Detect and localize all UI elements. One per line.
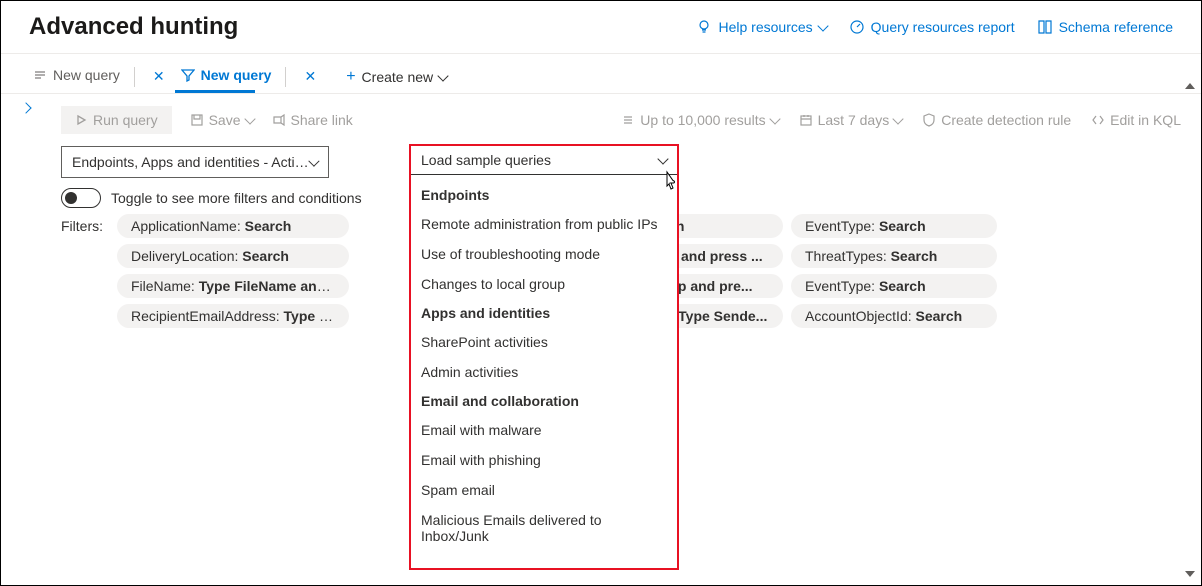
schema-reference-link[interactable]: Schema reference xyxy=(1037,19,1173,35)
dropdown-item-local-group[interactable]: Changes to local group xyxy=(411,269,677,299)
dropdown-item-sharepoint[interactable]: SharePoint activities xyxy=(411,327,677,357)
time-label: Last 7 days xyxy=(818,112,890,128)
filter-deliverylocation[interactable]: DeliveryLocation: Search xyxy=(117,244,349,268)
filter-applicationname[interactable]: ApplicationName: Search xyxy=(117,214,349,238)
dropdown-item-admin[interactable]: Admin activities xyxy=(411,357,677,387)
results-limit-dropdown[interactable]: Up to 10,000 results xyxy=(621,112,778,128)
help-resources-label: Help resources xyxy=(718,19,812,35)
tab-new-query-2[interactable]: New query xyxy=(177,61,276,93)
sample-queries-value: Load sample queries xyxy=(421,152,551,168)
dropdown-section-email: Email and collaboration xyxy=(411,387,677,415)
share-label: Share link xyxy=(291,112,353,128)
filters-label: Filters: xyxy=(61,214,107,334)
toggle-label: Toggle to see more filters and condition… xyxy=(111,190,362,206)
vertical-scrollbar[interactable] xyxy=(1182,81,1198,581)
dropdown-item-troubleshooting[interactable]: Use of troubleshooting mode xyxy=(411,239,677,269)
filter-accountobjectid[interactable]: AccountObjectId: Search xyxy=(791,304,997,328)
scroll-up-icon xyxy=(1185,83,1195,89)
tab-divider xyxy=(285,67,286,87)
create-new-button[interactable]: + Create new xyxy=(338,62,455,92)
side-panel-toggle[interactable] xyxy=(1,94,51,574)
plus-icon: + xyxy=(346,68,355,86)
sample-queries-select[interactable]: Load sample queries xyxy=(411,146,677,175)
run-query-label: Run query xyxy=(93,112,158,128)
data-source-select[interactable]: Endpoints, Apps and identities - Activit… xyxy=(61,146,329,178)
tab-label: New query xyxy=(201,67,272,83)
filter-icon xyxy=(181,68,195,82)
page-header: Advanced hunting Help resources Query re… xyxy=(1,1,1201,54)
data-source-value: Endpoints, Apps and identities - Activit… xyxy=(72,154,310,170)
tab-label: New query xyxy=(53,67,120,83)
query-resources-link[interactable]: Query resources report xyxy=(849,19,1015,35)
kql-label: Edit in KQL xyxy=(1110,112,1181,128)
dropdown-item-spam[interactable]: Spam email xyxy=(411,475,677,505)
run-query-button[interactable]: Run query xyxy=(61,106,172,134)
chevron-down-icon xyxy=(893,113,904,124)
chevron-down-icon xyxy=(657,153,668,164)
filter-threattypes[interactable]: ThreatTypes: Search xyxy=(791,244,997,268)
schema-reference-label: Schema reference xyxy=(1059,19,1173,35)
sample-queries-dropdown: Load sample queries Endpoints Remote adm… xyxy=(409,144,679,570)
dropdown-item-phishing[interactable]: Email with phishing xyxy=(411,445,677,475)
dropdown-item-malware[interactable]: Email with malware xyxy=(411,415,677,445)
chevron-down-icon xyxy=(244,113,255,124)
create-new-label: Create new xyxy=(362,69,434,85)
chevron-right-icon xyxy=(20,102,31,113)
dropdown-item-inbox-junk[interactable]: Malicious Emails delivered to Inbox/Junk xyxy=(411,505,677,551)
filter-eventtype[interactable]: EventType: Search xyxy=(791,214,997,238)
shield-icon xyxy=(922,113,936,127)
time-range-dropdown[interactable]: Last 7 days xyxy=(799,112,903,128)
detection-label: Create detection rule xyxy=(941,112,1071,128)
tab-new-query-1[interactable]: New query xyxy=(29,61,124,93)
dropdown-section-endpoints: Endpoints xyxy=(411,181,677,209)
save-button[interactable]: Save xyxy=(190,112,254,128)
dropdown-item-remote-admin[interactable]: Remote administration from public IPs xyxy=(411,209,677,239)
query-icon xyxy=(33,68,47,82)
share-icon xyxy=(272,113,286,127)
lightbulb-icon xyxy=(696,19,712,35)
more-filters-toggle[interactable] xyxy=(61,188,101,208)
create-detection-button[interactable]: Create detection rule xyxy=(922,112,1071,128)
calendar-icon xyxy=(799,113,813,127)
save-label: Save xyxy=(209,112,241,128)
page-title: Advanced hunting xyxy=(29,13,238,41)
toolbar-right: Up to 10,000 results Last 7 days Create … xyxy=(621,112,1181,128)
header-actions: Help resources Query resources report Sc… xyxy=(696,19,1173,35)
filter-filename[interactable]: FileName: Type FileName and pr... xyxy=(117,274,349,298)
toolbar-left: Run query Save Share link xyxy=(61,106,353,134)
list-icon xyxy=(621,113,635,127)
results-label: Up to 10,000 results xyxy=(640,112,765,128)
save-icon xyxy=(190,113,204,127)
query-tabs: New query ✕ New query ✕ + Create new xyxy=(1,54,1201,94)
help-resources-link[interactable]: Help resources xyxy=(696,19,826,35)
chevron-down-icon xyxy=(437,70,448,81)
content-area: Run query Save Share link Up to 10,000 r… xyxy=(1,94,1201,574)
close-tab-1[interactable]: ✕ xyxy=(145,68,173,85)
chevron-down-icon xyxy=(769,113,780,124)
gauge-icon xyxy=(849,19,865,35)
main-panel: Run query Save Share link Up to 10,000 r… xyxy=(51,94,1201,574)
query-toolbar: Run query Save Share link Up to 10,000 r… xyxy=(61,104,1181,146)
edit-kql-button[interactable]: Edit in KQL xyxy=(1091,112,1181,128)
filter-eventtype-2[interactable]: EventType: Search xyxy=(791,274,997,298)
share-link-button[interactable]: Share link xyxy=(272,112,353,128)
tab-divider xyxy=(134,67,135,87)
filter-recipientemail[interactable]: RecipientEmailAddress: Type Rec... xyxy=(117,304,349,328)
chevron-down-icon xyxy=(817,20,828,31)
scroll-down-icon xyxy=(1185,571,1195,577)
dropdown-section-apps: Apps and identities xyxy=(411,299,677,327)
dropdown-list: Endpoints Remote administration from pub… xyxy=(411,175,677,551)
query-resources-label: Query resources report xyxy=(871,19,1015,35)
close-tab-2[interactable]: ✕ xyxy=(296,68,324,85)
code-icon xyxy=(1091,113,1105,127)
play-icon xyxy=(75,114,87,126)
book-icon xyxy=(1037,19,1053,35)
